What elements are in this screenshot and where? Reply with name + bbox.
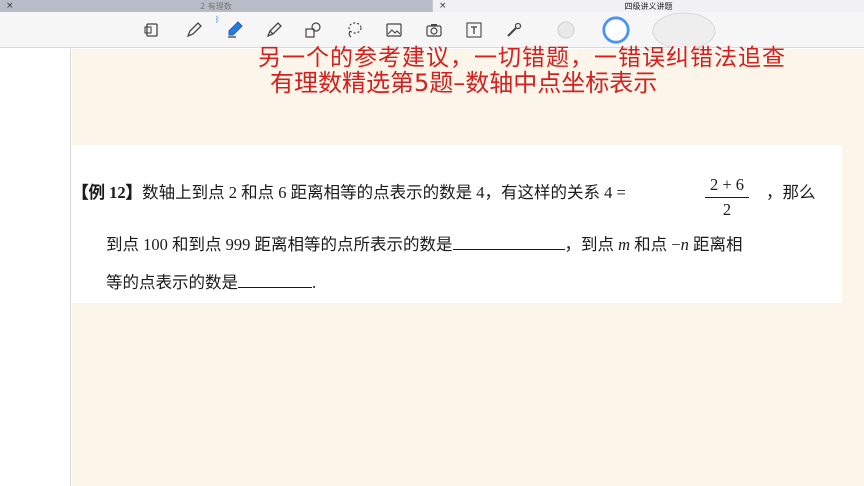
bluetooth-icon: ᛒ — [215, 15, 220, 24]
question-line-3: 等的点表示的数是. — [106, 269, 316, 293]
left-margin — [0, 49, 71, 486]
tab-label: 四级讲义讲题 — [624, 1, 673, 11]
tab-lecture[interactable]: × 四级讲义讲题 — [432, 0, 864, 12]
question-text: 数轴上到点 2 和点 6 距离相等的点表示的数是 4，有这样的关系 4 = — [142, 183, 626, 202]
fraction: 2 + 6 2 — [705, 175, 749, 220]
tab-bar: × 2 有理数 × 四级讲义讲题 — [0, 0, 864, 12]
fraction-numerator: 2 + 6 — [705, 175, 749, 198]
tab-close-icon[interactable]: × — [439, 0, 447, 12]
tab-label: 2 有理数 — [200, 1, 232, 11]
variable-n: n — [680, 235, 689, 254]
document-page[interactable]: 另一个的参考建议，一切错题，一错误纠错法追查 有理数精选第5题–数轴中点坐标表示… — [72, 45, 864, 486]
question-text: 等的点表示的数是 — [106, 273, 238, 292]
question-text: 距离相 — [688, 235, 743, 254]
page-icon[interactable] — [141, 19, 163, 41]
variable-m: m — [618, 235, 631, 254]
question-text: 和点 − — [630, 235, 681, 254]
page-title: 有理数精选第5题–数轴中点坐标表示 — [270, 69, 658, 97]
eraser-icon[interactable] — [224, 19, 246, 41]
tab-close-icon[interactable]: × — [6, 0, 14, 12]
question-text: . — [312, 273, 317, 292]
question-line-1-end: ，那么 — [766, 183, 816, 202]
question-text: ，到点 — [564, 235, 615, 254]
question-box: 【例 12】数轴上到点 2 和点 6 距离相等的点表示的数是 4，有这样的关系 … — [72, 145, 842, 303]
question-tag: 【例 12】 — [72, 183, 143, 202]
answer-blank-1 — [452, 236, 565, 250]
question-line-1: 【例 12】数轴上到点 2 和点 6 距离相等的点表示的数是 4，有这样的关系 … — [72, 179, 626, 203]
answer-blank-2 — [238, 274, 312, 288]
fraction-denominator: 2 — [722, 200, 732, 219]
question-line-2: 到点 100 和到点 999 距离相等的点所表示的数是 ，到点 m 和点 −n 距… — [106, 231, 742, 255]
pen-icon[interactable] — [183, 19, 205, 41]
tab-rational-numbers[interactable]: × 2 有理数 — [0, 0, 432, 12]
question-text: 到点 100 和到点 999 距离相等的点所表示的数是 — [106, 235, 453, 254]
